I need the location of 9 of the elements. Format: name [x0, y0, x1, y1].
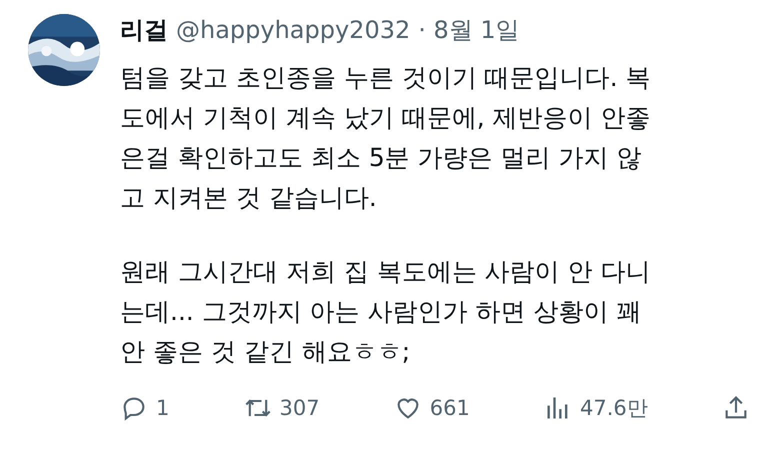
action-count: 307 [280, 396, 320, 420]
author-handle[interactable]: @happyhappy2032 [176, 16, 410, 44]
action-count: 1 [156, 396, 170, 420]
tweet-text: 원래 그시간대 저희 집 복도에는 사람이 안 다니 는데... 그것까지 아는 사람인가 하면 상황이 꽤 안 좋은 것 같긴 해요ㅎㅎ; [120, 256, 652, 368]
author-name[interactable]: 리걸 [120, 14, 168, 46]
tweet-text: 텀을 갖고 초인종을 누른 것이기 때문입니다. 복 도에서 기척이 계속 났기 때문에, 제반응이 안좋 은걸 확인하고도 최소 5분 가량은 멀리 가지 않 고 지켜본 것 같습니다. [120, 62, 652, 214]
action-count: 47.6만 [580, 395, 648, 422]
post-date[interactable]: · 8월 1일 [418, 14, 520, 46]
action-count: 661 [430, 396, 470, 420]
